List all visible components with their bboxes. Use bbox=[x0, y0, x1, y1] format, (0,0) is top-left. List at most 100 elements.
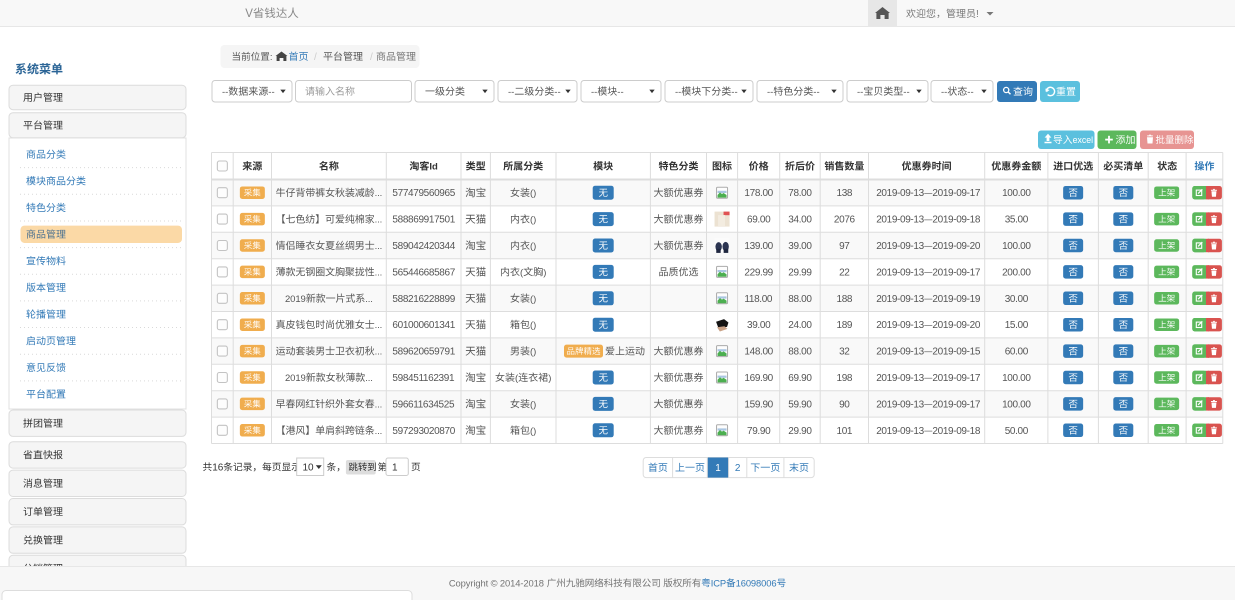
svg-text:(): () bbox=[530, 188, 536, 199]
svg-text:598451162391: 598451162391 bbox=[392, 373, 455, 384]
svg-text:ICP: ICP bbox=[711, 577, 726, 588]
svg-text:--: -- bbox=[813, 87, 819, 98]
svg-text:32: 32 bbox=[839, 347, 850, 358]
svg-text:2019-09-20: 2019-09-20 bbox=[932, 320, 980, 331]
svg-text:2: 2 bbox=[735, 463, 741, 474]
svg-text:59.90: 59.90 bbox=[788, 399, 812, 410]
svg-text:60.00: 60.00 bbox=[1005, 347, 1029, 358]
svg-text:97: 97 bbox=[839, 241, 850, 252]
svg-text:2019-09-17: 2019-09-17 bbox=[932, 399, 980, 410]
svg-text:577479560965: 577479560965 bbox=[392, 188, 455, 199]
svg-text:--: -- bbox=[222, 87, 228, 98]
svg-text:100.00: 100.00 bbox=[1002, 399, 1031, 410]
svg-text:589620659791: 589620659791 bbox=[392, 347, 455, 358]
svg-text:--: -- bbox=[767, 87, 773, 98]
svg-text::: : bbox=[270, 52, 273, 63]
svg-text:(): () bbox=[530, 241, 536, 252]
svg-text:589042420344: 589042420344 bbox=[392, 241, 455, 252]
svg-text:2019: 2019 bbox=[285, 373, 306, 384]
svg-text:2019-09-13: 2019-09-13 bbox=[876, 215, 924, 226]
svg-text:...: ... bbox=[375, 347, 383, 358]
svg-text:--: -- bbox=[857, 87, 863, 98]
svg-text:596611634525: 596611634525 bbox=[392, 399, 455, 410]
svg-text:188: 188 bbox=[837, 294, 853, 305]
svg-text:2019-09-13: 2019-09-13 bbox=[876, 399, 924, 410]
svg-text:24.00: 24.00 bbox=[788, 320, 812, 331]
svg-text:...: ... bbox=[375, 399, 383, 410]
svg-text:2019-09-17: 2019-09-17 bbox=[932, 188, 980, 199]
svg-text:--: -- bbox=[554, 87, 560, 98]
svg-text:2019-09-13: 2019-09-13 bbox=[876, 347, 924, 358]
svg-text:--: -- bbox=[903, 87, 909, 98]
svg-text:2019-09-17: 2019-09-17 bbox=[932, 373, 980, 384]
svg-text:50.00: 50.00 bbox=[1005, 426, 1029, 437]
svg-text:100.00: 100.00 bbox=[1002, 241, 1031, 252]
svg-text:29.90: 29.90 bbox=[788, 426, 812, 437]
svg-text:2019-09-18: 2019-09-18 bbox=[932, 215, 980, 226]
svg-text:(): () bbox=[530, 320, 536, 331]
svg-text:16098006: 16098006 bbox=[736, 577, 777, 588]
svg-text:): ) bbox=[548, 373, 551, 384]
svg-text:...: ... bbox=[375, 215, 383, 226]
svg-text:200.00: 200.00 bbox=[1002, 267, 1031, 278]
svg-text:--: -- bbox=[731, 87, 737, 98]
svg-text:2019-09-13: 2019-09-13 bbox=[876, 241, 924, 252]
svg-text:78.00: 78.00 bbox=[788, 188, 812, 199]
svg-text:excel: excel bbox=[1073, 135, 1094, 145]
svg-text:597293020870: 597293020870 bbox=[392, 426, 455, 437]
svg-text:169.90: 169.90 bbox=[744, 373, 773, 384]
svg-text:2019-09-17: 2019-09-17 bbox=[932, 267, 980, 278]
svg-text:(): () bbox=[530, 399, 536, 410]
svg-text:39.00: 39.00 bbox=[788, 241, 812, 252]
svg-text:--: -- bbox=[591, 87, 597, 98]
svg-text:(): () bbox=[530, 215, 536, 226]
svg-text:88.00: 88.00 bbox=[788, 294, 812, 305]
svg-text:588216228899: 588216228899 bbox=[392, 294, 455, 305]
svg-text:1: 1 bbox=[392, 463, 398, 474]
svg-text:229.99: 229.99 bbox=[744, 267, 773, 278]
svg-text:1: 1 bbox=[715, 463, 721, 474]
svg-text:2019-09-18: 2019-09-18 bbox=[932, 426, 980, 437]
svg-text:2019-09-13: 2019-09-13 bbox=[876, 373, 924, 384]
svg-text:--: -- bbox=[268, 87, 274, 98]
svg-text:10: 10 bbox=[303, 463, 315, 474]
svg-text:...: ... bbox=[365, 373, 373, 384]
svg-text:198: 198 bbox=[837, 373, 853, 384]
svg-text:34.00: 34.00 bbox=[788, 215, 812, 226]
svg-text:(): () bbox=[530, 347, 536, 358]
svg-text:178.00: 178.00 bbox=[744, 188, 773, 199]
svg-text:!: ! bbox=[976, 9, 979, 20]
svg-text:90: 90 bbox=[839, 399, 850, 410]
svg-text:15.00: 15.00 bbox=[1005, 320, 1029, 331]
svg-text:69.00: 69.00 bbox=[747, 215, 771, 226]
svg-text:...: ... bbox=[375, 188, 383, 199]
svg-text:30.00: 30.00 bbox=[1005, 294, 1029, 305]
svg-text:101: 101 bbox=[837, 426, 853, 437]
svg-text:2019: 2019 bbox=[285, 294, 306, 305]
svg-text:Copyright © 2014-2018: Copyright © 2014-2018 bbox=[449, 577, 544, 588]
svg-text:22: 22 bbox=[839, 267, 850, 278]
svg-text:): ) bbox=[543, 267, 546, 278]
svg-text:148.00: 148.00 bbox=[744, 347, 773, 358]
svg-text:--: -- bbox=[941, 87, 947, 98]
svg-text:139.00: 139.00 bbox=[744, 241, 773, 252]
svg-text:35.00: 35.00 bbox=[1005, 215, 1029, 226]
svg-text:16: 16 bbox=[212, 462, 224, 473]
svg-text:/: / bbox=[314, 52, 317, 63]
svg-text:...: ... bbox=[365, 294, 373, 305]
svg-text:2076: 2076 bbox=[834, 215, 856, 226]
svg-text:88.00: 88.00 bbox=[788, 347, 812, 358]
svg-text:V: V bbox=[245, 8, 253, 20]
svg-text:/: / bbox=[370, 52, 373, 63]
svg-text:29.99: 29.99 bbox=[788, 267, 812, 278]
svg-text:(): () bbox=[530, 426, 536, 437]
svg-text:2019-09-20: 2019-09-20 bbox=[932, 241, 980, 252]
svg-text:2019-09-19: 2019-09-19 bbox=[932, 294, 980, 305]
svg-text:39.00: 39.00 bbox=[747, 320, 771, 331]
svg-text:(): () bbox=[530, 294, 536, 305]
svg-text:--: -- bbox=[617, 87, 623, 98]
svg-text:159.90: 159.90 bbox=[744, 399, 773, 410]
svg-text:2019-09-13: 2019-09-13 bbox=[876, 320, 924, 331]
svg-text:189: 189 bbox=[837, 320, 853, 331]
svg-text:118.00: 118.00 bbox=[744, 294, 773, 305]
